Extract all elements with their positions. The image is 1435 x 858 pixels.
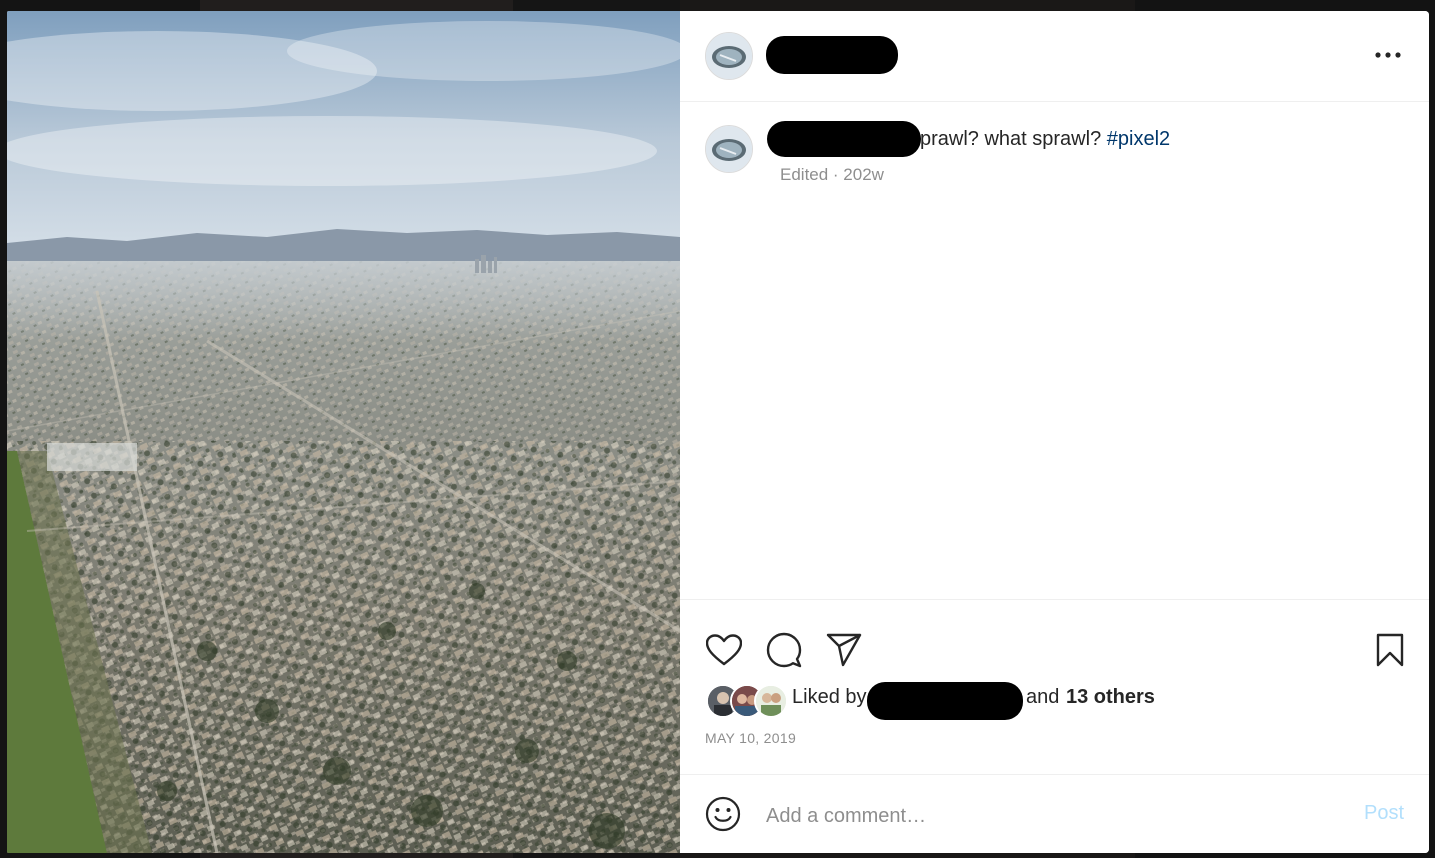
author-avatar[interactable] [705,32,753,80]
save-button[interactable] [1370,630,1410,670]
emoji-button[interactable] [703,794,743,834]
post-date[interactable]: MAY 10, 2019 [705,730,796,746]
liker-avatar[interactable] [754,684,788,718]
caption-body: prawl? what sprawl? [920,128,1102,150]
share-button[interactable] [824,630,864,670]
post-actions: Liked by and 13 others MAY 10, 2019 [680,599,1429,775]
post-comment-button[interactable]: Post [1364,802,1404,825]
liked-by-label: Liked by [792,686,867,708]
more-options-icon [1375,52,1401,58]
comment-bubble-icon [766,632,802,668]
paper-plane-icon [826,633,862,667]
post-photo[interactable] [7,11,680,853]
liker-avatar-image [756,686,786,716]
caption-author-avatar[interactable] [705,125,753,173]
smiley-icon [705,796,741,832]
post-header [680,11,1429,102]
comment-bar: Post [680,774,1429,853]
post-modal: prawl? what sprawl? #pixel2 Edited · 202… [7,11,1429,853]
more-options-button[interactable] [1370,39,1406,71]
comment-input[interactable] [764,799,1328,833]
avatar-image [706,126,752,172]
avatar-image [706,33,752,79]
likes-summary: Liked by and 13 others [706,682,1406,720]
comment-button[interactable] [764,630,804,670]
caption-text: prawl? what sprawl? #pixel2 [920,128,1170,151]
redacted-liker-username[interactable] [867,682,1023,720]
liked-by-and: and [1026,686,1060,708]
heart-icon [706,634,742,666]
like-button[interactable] [704,630,744,670]
bookmark-icon [1376,633,1404,667]
caption-meta: Edited · 202w [780,165,884,184]
hashtag-link[interactable]: #pixel2 [1107,128,1170,150]
liked-by-others-link[interactable]: 13 others [1066,686,1155,709]
aerial-city-image [7,11,680,853]
redacted-caption-username[interactable] [767,121,921,157]
post-details-panel: prawl? what sprawl? #pixel2 Edited · 202… [680,11,1429,853]
redacted-username[interactable] [766,36,898,74]
